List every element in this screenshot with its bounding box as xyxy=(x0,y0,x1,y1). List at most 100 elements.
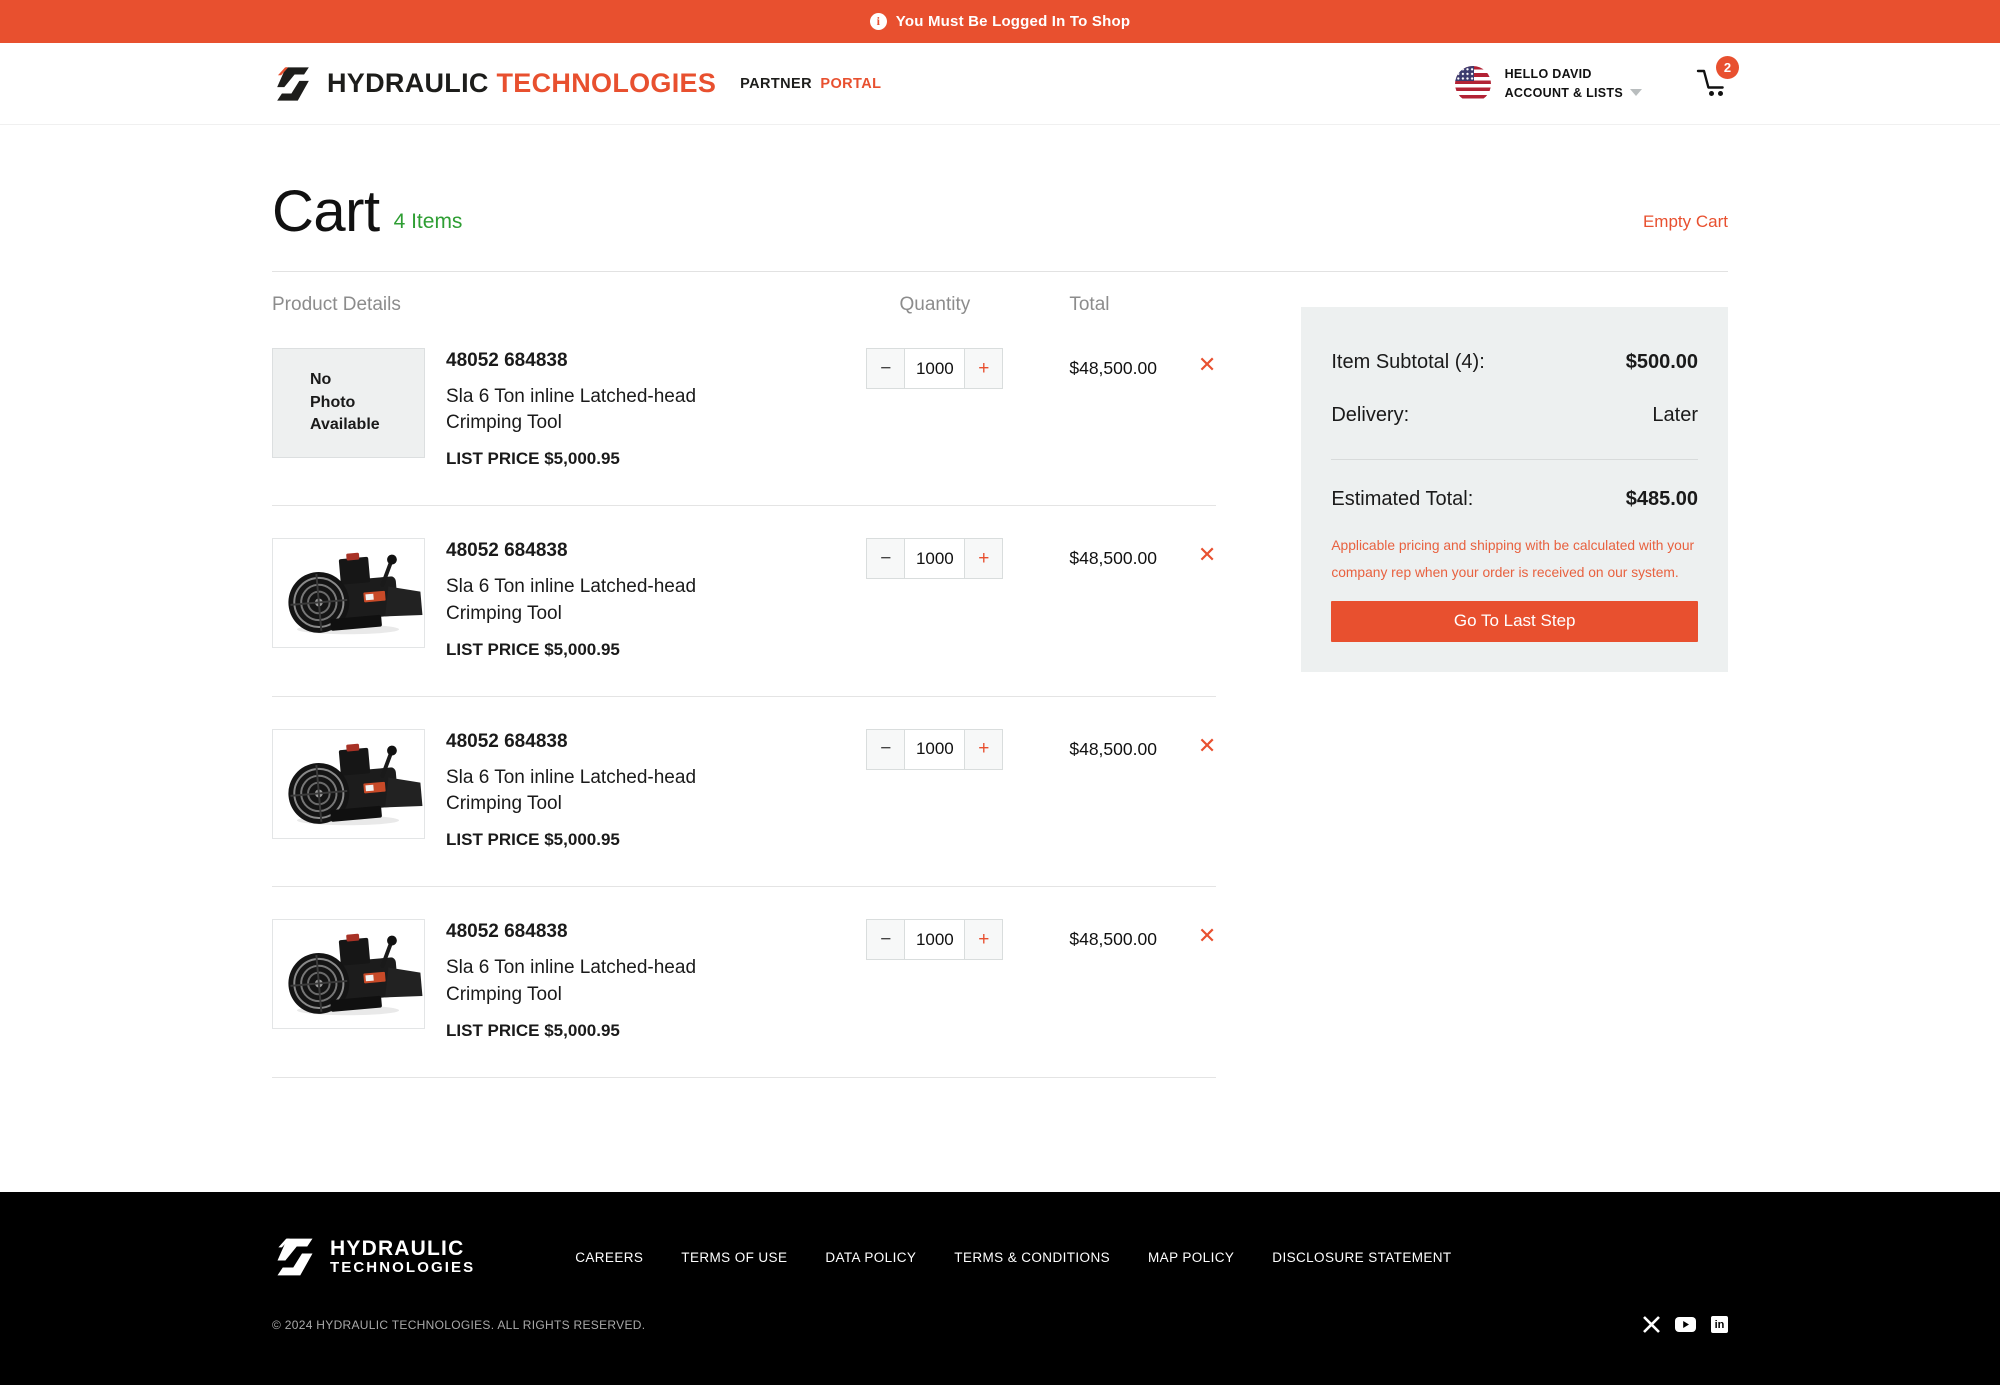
col-product-details: Product Details xyxy=(272,294,866,316)
remove-cell: ✕ xyxy=(1176,919,1216,948)
cart-items-list: Product Details Quantity Total No Photo … xyxy=(272,272,1216,1078)
increase-quantity-button[interactable]: + xyxy=(964,349,1002,388)
quantity-input[interactable]: 1000 xyxy=(905,539,964,578)
footer-top: HYDRAULIC TECHNOLOGIES CAREERS TERMS OF … xyxy=(272,1192,1728,1278)
site-footer: HYDRAULIC TECHNOLOGIES CAREERS TERMS OF … xyxy=(0,1192,2000,1385)
estimated-total-value: $485.00 xyxy=(1626,488,1698,511)
table-row: 48052 684838 Sla 6 Ton inline Latched-he… xyxy=(272,887,1216,1077)
decrease-quantity-button[interactable]: − xyxy=(867,730,905,769)
remove-item-button[interactable]: ✕ xyxy=(1198,354,1216,376)
footer-logo[interactable]: HYDRAULIC TECHNOLOGIES xyxy=(272,1236,475,1278)
banner-message: You Must Be Logged In To Shop xyxy=(896,13,1130,30)
product-list-price: LIST PRICE $5,000.95 xyxy=(446,640,756,660)
greeting-text: HELLO DAVID xyxy=(1505,65,1642,83)
no-photo-placeholder: No Photo Available xyxy=(272,348,425,458)
linkedin-icon[interactable]: in xyxy=(1711,1316,1728,1333)
product-cell: 48052 684838 Sla 6 Ton inline Latched-he… xyxy=(272,729,866,850)
empty-cart-link[interactable]: Empty Cart xyxy=(1643,212,1728,232)
quantity-cell: − 1000 + xyxy=(866,919,1003,960)
product-list-price: LIST PRICE $5,000.95 xyxy=(446,830,756,850)
page-title: Cart xyxy=(272,183,380,241)
decrease-quantity-button[interactable]: − xyxy=(867,349,905,388)
quantity-stepper: − 1000 + xyxy=(866,538,1003,579)
brand-word-2: TECHNOLOGIES xyxy=(497,68,717,98)
youtube-icon[interactable] xyxy=(1675,1317,1696,1332)
col-total: Total xyxy=(1003,294,1176,316)
quantity-input[interactable]: 1000 xyxy=(905,349,964,388)
decrease-quantity-button[interactable]: − xyxy=(867,539,905,578)
product-description: Sla 6 Ton inline Latched-head Crimping T… xyxy=(446,384,756,436)
account-menu[interactable]: HELLO DAVID ACCOUNT & LISTS xyxy=(1505,65,1642,101)
footer-link-careers[interactable]: CAREERS xyxy=(575,1250,643,1265)
product-sku: 48052 684838 xyxy=(446,540,756,562)
table-row: No Photo Available 48052 684838 Sla 6 To… xyxy=(272,316,1216,506)
footer-link-terms-conditions[interactable]: TERMS & CONDITIONS xyxy=(954,1250,1110,1265)
col-quantity: Quantity xyxy=(866,294,1003,316)
delivery-value: Later xyxy=(1652,404,1698,427)
remove-cell: ✕ xyxy=(1176,729,1216,758)
increase-quantity-button[interactable]: + xyxy=(964,920,1002,959)
remove-cell: ✕ xyxy=(1176,538,1216,567)
title-row: Cart 4 Items Empty Cart xyxy=(272,183,1728,241)
subtotal-label: Item Subtotal (4): xyxy=(1331,351,1484,374)
subtotal-row: Item Subtotal (4): $500.00 xyxy=(1331,351,1698,374)
cart-button[interactable]: 2 xyxy=(1694,65,1728,103)
footer-link-disclosure[interactable]: DISCLOSURE STATEMENT xyxy=(1272,1250,1451,1265)
line-total: $48,500.00 xyxy=(1003,919,1176,950)
subtotal-value: $500.00 xyxy=(1626,351,1698,374)
product-photo xyxy=(272,729,425,839)
product-details: 48052 684838 Sla 6 Ton inline Latched-he… xyxy=(446,348,756,469)
estimated-total-row: Estimated Total: $485.00 xyxy=(1331,488,1698,511)
remove-item-button[interactable]: ✕ xyxy=(1198,544,1216,566)
increase-quantity-button[interactable]: + xyxy=(964,539,1002,578)
increase-quantity-button[interactable]: + xyxy=(964,730,1002,769)
footer-word-2: TECHNOLOGIES xyxy=(330,1260,475,1276)
delivery-label: Delivery: xyxy=(1331,404,1409,427)
chevron-down-icon xyxy=(1630,89,1642,96)
table-row: 48052 684838 Sla 6 Ton inline Latched-he… xyxy=(272,697,1216,887)
product-details: 48052 684838 Sla 6 Ton inline Latched-he… xyxy=(446,538,756,659)
product-cell: 48052 684838 Sla 6 Ton inline Latched-he… xyxy=(272,919,866,1040)
product-cell: No Photo Available 48052 684838 Sla 6 To… xyxy=(272,348,866,469)
delivery-row: Delivery: Later xyxy=(1331,404,1698,427)
quantity-cell: − 1000 + xyxy=(866,729,1003,770)
quantity-stepper: − 1000 + xyxy=(866,348,1003,389)
quantity-input[interactable]: 1000 xyxy=(905,920,964,959)
x-twitter-icon[interactable] xyxy=(1643,1316,1660,1333)
account-lists-label: ACCOUNT & LISTS xyxy=(1505,84,1623,102)
footer-link-map-policy[interactable]: MAP POLICY xyxy=(1148,1250,1234,1265)
remove-item-button[interactable]: ✕ xyxy=(1198,925,1216,947)
go-to-last-step-button[interactable]: Go To Last Step xyxy=(1331,601,1698,642)
cart-count-badge: 2 xyxy=(1716,56,1739,79)
product-details: 48052 684838 Sla 6 Ton inline Latched-he… xyxy=(446,729,756,850)
login-warning-banner: i You Must Be Logged In To Shop xyxy=(0,0,2000,43)
copyright-text: © 2024 HYDRAULIC TECHNOLOGIES. ALL RIGHT… xyxy=(272,1318,645,1332)
social-links: in xyxy=(1643,1316,1728,1333)
col-spacer xyxy=(1176,294,1216,316)
product-sku: 48052 684838 xyxy=(446,350,756,372)
product-photo xyxy=(272,919,425,1029)
product-description: Sla 6 Ton inline Latched-head Crimping T… xyxy=(446,574,756,626)
product-photo xyxy=(272,538,425,648)
line-total: $48,500.00 xyxy=(1003,729,1176,760)
footer-link-terms-of-use[interactable]: TERMS OF USE xyxy=(681,1250,787,1265)
estimated-total-label: Estimated Total: xyxy=(1331,488,1473,511)
footer-links: CAREERS TERMS OF USE DATA POLICY TERMS &… xyxy=(575,1250,1451,1265)
cart-page: Cart 4 Items Empty Cart Product Details … xyxy=(0,183,2000,1078)
quantity-input[interactable]: 1000 xyxy=(905,730,964,769)
footer-link-data-policy[interactable]: DATA POLICY xyxy=(825,1250,916,1265)
cart-content: Product Details Quantity Total No Photo … xyxy=(272,272,1728,1078)
footer-wordmark: HYDRAULIC TECHNOLOGIES xyxy=(330,1238,475,1276)
brand-wordmark: HYDRAULIC TECHNOLOGIES xyxy=(327,68,716,99)
brand-logo[interactable]: HYDRAULIC TECHNOLOGIES xyxy=(272,65,716,103)
decrease-quantity-button[interactable]: − xyxy=(867,920,905,959)
quantity-stepper: − 1000 + xyxy=(866,729,1003,770)
summary-divider xyxy=(1331,459,1698,460)
table-header: Product Details Quantity Total xyxy=(272,272,1216,316)
partner-label: PARTNER xyxy=(740,76,812,92)
header-actions: HELLO DAVID ACCOUNT & LISTS 2 xyxy=(1455,65,1728,103)
product-list-price: LIST PRICE $5,000.95 xyxy=(446,1021,756,1041)
us-flag-icon[interactable] xyxy=(1455,66,1491,102)
remove-item-button[interactable]: ✕ xyxy=(1198,735,1216,757)
quantity-cell: − 1000 + xyxy=(866,538,1003,579)
